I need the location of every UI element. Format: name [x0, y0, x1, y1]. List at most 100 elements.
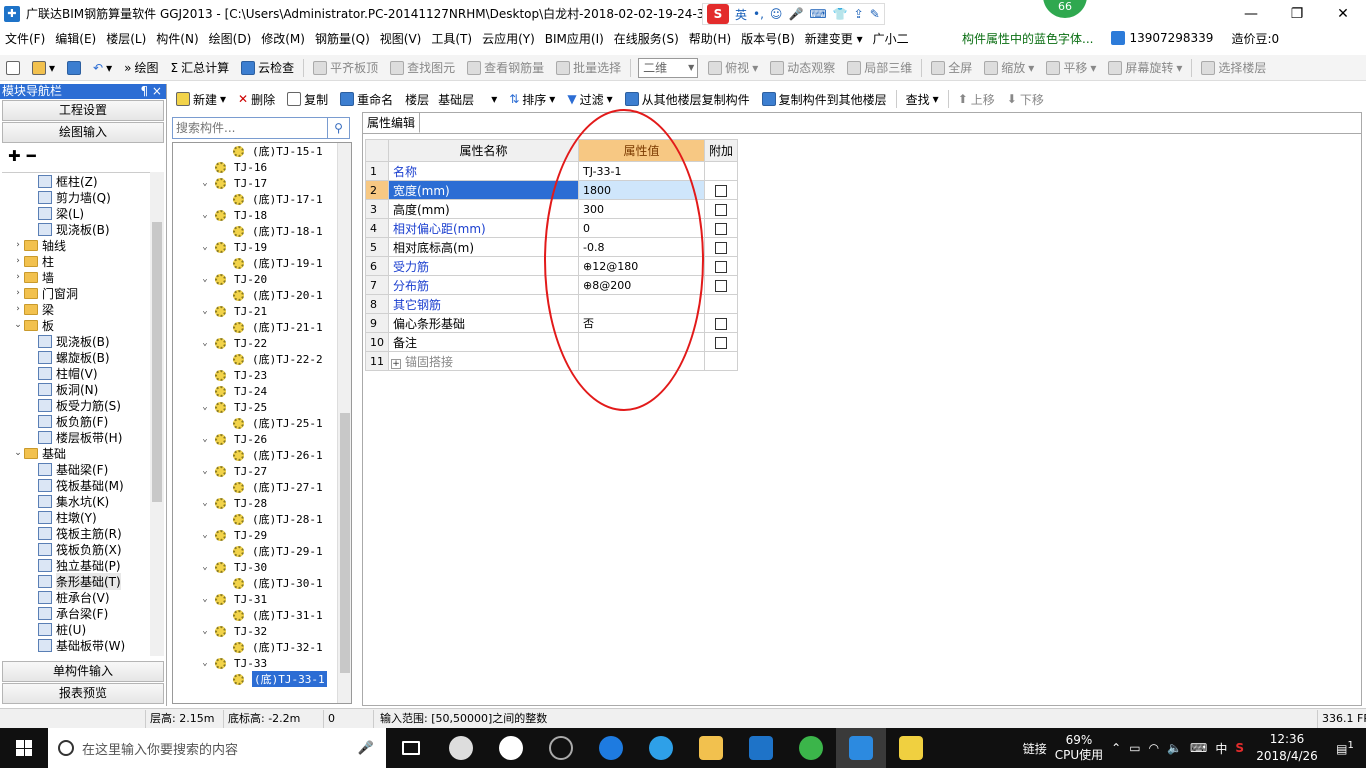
ime-lang[interactable]: 英 — [735, 6, 747, 23]
wifi-icon[interactable]: ◠ — [1149, 741, 1159, 755]
property-value[interactable]: 0 — [578, 218, 705, 238]
nav-tree-item[interactable]: 框柱(Z) — [2, 173, 164, 189]
nav-tree-item[interactable]: 筏板主筋(R) — [2, 525, 164, 541]
menu-rebar[interactable]: 钢筋量(Q) — [310, 30, 375, 47]
chevron-right-icon[interactable]: › — [12, 256, 24, 266]
start-button[interactable] — [0, 728, 48, 768]
component-tree-item[interactable]: ⌄ TJ-33 — [173, 655, 351, 671]
level-top-button[interactable]: 平齐板顶 — [307, 57, 384, 79]
menu-file[interactable]: 文件(F) — [0, 30, 50, 47]
chevron-down-icon[interactable]: ⌄ — [199, 178, 211, 188]
taskbar-app-ie-old[interactable] — [486, 728, 536, 768]
extra-checkbox[interactable] — [715, 279, 727, 292]
filter-button[interactable]: ▼ 过滤 ▾ — [561, 88, 618, 110]
component-tree-item[interactable]: ⌄ TJ-27 — [173, 463, 351, 479]
component-tree-item[interactable]: (底)TJ-20-1 — [173, 287, 351, 303]
menu-cloud[interactable]: 云应用(Y) — [477, 30, 540, 47]
draw-input-button[interactable]: 绘图输入 — [2, 122, 164, 143]
component-tree-item[interactable]: ⌄ TJ-29 — [173, 527, 351, 543]
property-value[interactable]: ⊕8@200 — [578, 275, 705, 295]
expand-plus-icon[interactable]: + — [391, 358, 401, 369]
property-row[interactable]: 7 分布筋 ⊕8@200 — [365, 275, 739, 295]
menu-version[interactable]: 版本号(B) — [736, 30, 800, 47]
component-tree-item[interactable]: (底)TJ-21-1 — [173, 319, 351, 335]
extra-checkbox[interactable] — [715, 203, 727, 216]
nav-tree-item[interactable]: 楼层板带(H) — [2, 429, 164, 445]
menu-new-change[interactable]: 新建变更 ▾ — [800, 30, 868, 47]
component-tree-item[interactable]: ⌄ TJ-30 — [173, 559, 351, 575]
component-scrollbar[interactable] — [337, 143, 351, 703]
nav-tree-item[interactable]: 板受力筋(S) — [2, 397, 164, 413]
nav-tree-item[interactable]: › 柱 — [2, 253, 164, 269]
chevron-down-icon[interactable]: ⌄ — [199, 658, 211, 668]
component-tree-item[interactable]: (底)TJ-19-1 — [173, 255, 351, 271]
nav-tree-item[interactable]: ⌄ 板 — [2, 317, 164, 333]
chevron-down-icon[interactable]: ⌄ — [199, 434, 211, 444]
ime-mic-icon[interactable]: 🎤 — [788, 7, 803, 21]
nav-scrollbar-thumb[interactable] — [152, 222, 162, 502]
rotate-button[interactable]: 屏幕旋转 ▾ — [1102, 57, 1188, 79]
nav-scrollbar[interactable] — [150, 172, 164, 656]
pin-close-icon[interactable]: ¶ × — [140, 84, 162, 99]
component-search-input[interactable] — [172, 117, 328, 139]
view-rebar-button[interactable]: 查看钢筋量 — [461, 57, 550, 79]
property-row[interactable]: 6 受力筋 ⊕12@180 — [365, 256, 739, 276]
top-view-button[interactable]: 俯视 ▾ — [702, 57, 764, 79]
clock[interactable]: 12:36 2018/4/26 — [1252, 731, 1322, 765]
menu-help[interactable]: 帮助(H) — [684, 30, 736, 47]
fullscreen-button[interactable]: 全屏 — [925, 57, 978, 79]
menu-hint[interactable]: 构件属性中的蓝色字体... — [962, 30, 1093, 47]
local-3d-button[interactable]: 局部三维 — [841, 57, 918, 79]
property-row[interactable]: 10 备注 — [365, 332, 739, 352]
expand-all-icon[interactable]: ✚ — [8, 147, 21, 165]
extra-checkbox[interactable] — [715, 222, 727, 235]
component-tree-item[interactable]: (底)TJ-17-1 — [173, 191, 351, 207]
ime-emoji-icon[interactable]: ☺ — [770, 7, 783, 21]
project-settings-button[interactable]: 工程设置 — [2, 100, 164, 121]
user-account[interactable]: 13907298339 — [1111, 31, 1213, 45]
component-tree-item[interactable]: ⌄ TJ-28 — [173, 495, 351, 511]
nav-tree-item[interactable]: 筏板基础(M) — [2, 477, 164, 493]
nav-tree-item[interactable]: 集水坑(K) — [2, 493, 164, 509]
component-tree-item[interactable]: ⌄ TJ-19 — [173, 239, 351, 255]
property-value[interactable]: TJ-33-1 — [578, 161, 705, 181]
cloud-check-button[interactable]: 云检查 — [235, 57, 300, 79]
property-row[interactable]: 2 宽度(mm) 1800 — [365, 180, 739, 200]
chevron-down-icon[interactable]: ⌄ — [199, 530, 211, 540]
menu-bim[interactable]: BIM应用(I) — [540, 30, 609, 47]
chevron-down-icon[interactable]: ⌄ — [12, 448, 24, 458]
tray-link[interactable]: 链接 — [1023, 740, 1047, 757]
menu-view[interactable]: 视图(V) — [375, 30, 427, 47]
menu-edit[interactable]: 编辑(E) — [50, 30, 101, 47]
nav-tree-item[interactable]: 剪力墙(Q) — [2, 189, 164, 205]
notification-center-icon[interactable]: ▤1 — [1330, 740, 1360, 756]
maximize-button[interactable]: ❐ — [1274, 0, 1320, 27]
component-tree-item[interactable]: (底)TJ-28-1 — [173, 511, 351, 527]
input-language[interactable]: 中 — [1215, 740, 1227, 757]
property-row[interactable]: 9 偏心条形基础 否 — [365, 313, 739, 333]
nav-tree-item[interactable]: ⌄ 基础 — [2, 445, 164, 461]
taskbar-app-ie[interactable] — [636, 728, 686, 768]
ime-keyboard-icon[interactable]: ⌨ — [809, 7, 826, 21]
component-tree-item[interactable]: (底)TJ-15-1 — [173, 143, 351, 159]
microphone-icon[interactable]: 🎤 — [358, 741, 374, 756]
battery-icon[interactable]: ▭ — [1129, 741, 1140, 755]
menu-modify[interactable]: 修改(M) — [256, 30, 310, 47]
extra-checkbox[interactable] — [715, 336, 727, 349]
menu-tools[interactable]: 工具(T) — [426, 30, 477, 47]
dynamic-view-button[interactable]: 动态观察 — [764, 57, 841, 79]
menu-draw[interactable]: 绘图(D) — [204, 30, 257, 47]
component-tree-item[interactable]: (底)TJ-25-1 — [173, 415, 351, 431]
ime-skin-icon[interactable]: 👕 — [833, 7, 848, 21]
property-row[interactable]: 5 相对底标高(m) -0.8 — [365, 237, 739, 257]
collapse-all-icon[interactable]: ━ — [27, 147, 36, 165]
component-tree-item[interactable]: ⌄ TJ-21 — [173, 303, 351, 319]
chevron-right-icon[interactable]: › — [12, 288, 24, 298]
property-value[interactable] — [578, 294, 705, 314]
menu-component[interactable]: 构件(N) — [151, 30, 203, 47]
report-preview-button[interactable]: 报表预览 — [2, 683, 164, 704]
component-tree-item[interactable]: (底)TJ-18-1 — [173, 223, 351, 239]
component-tree-item[interactable]: (底)TJ-32-1 — [173, 639, 351, 655]
volume-icon[interactable]: 🔈 — [1167, 741, 1182, 755]
nav-tree-item[interactable]: 基础梁(F) — [2, 461, 164, 477]
